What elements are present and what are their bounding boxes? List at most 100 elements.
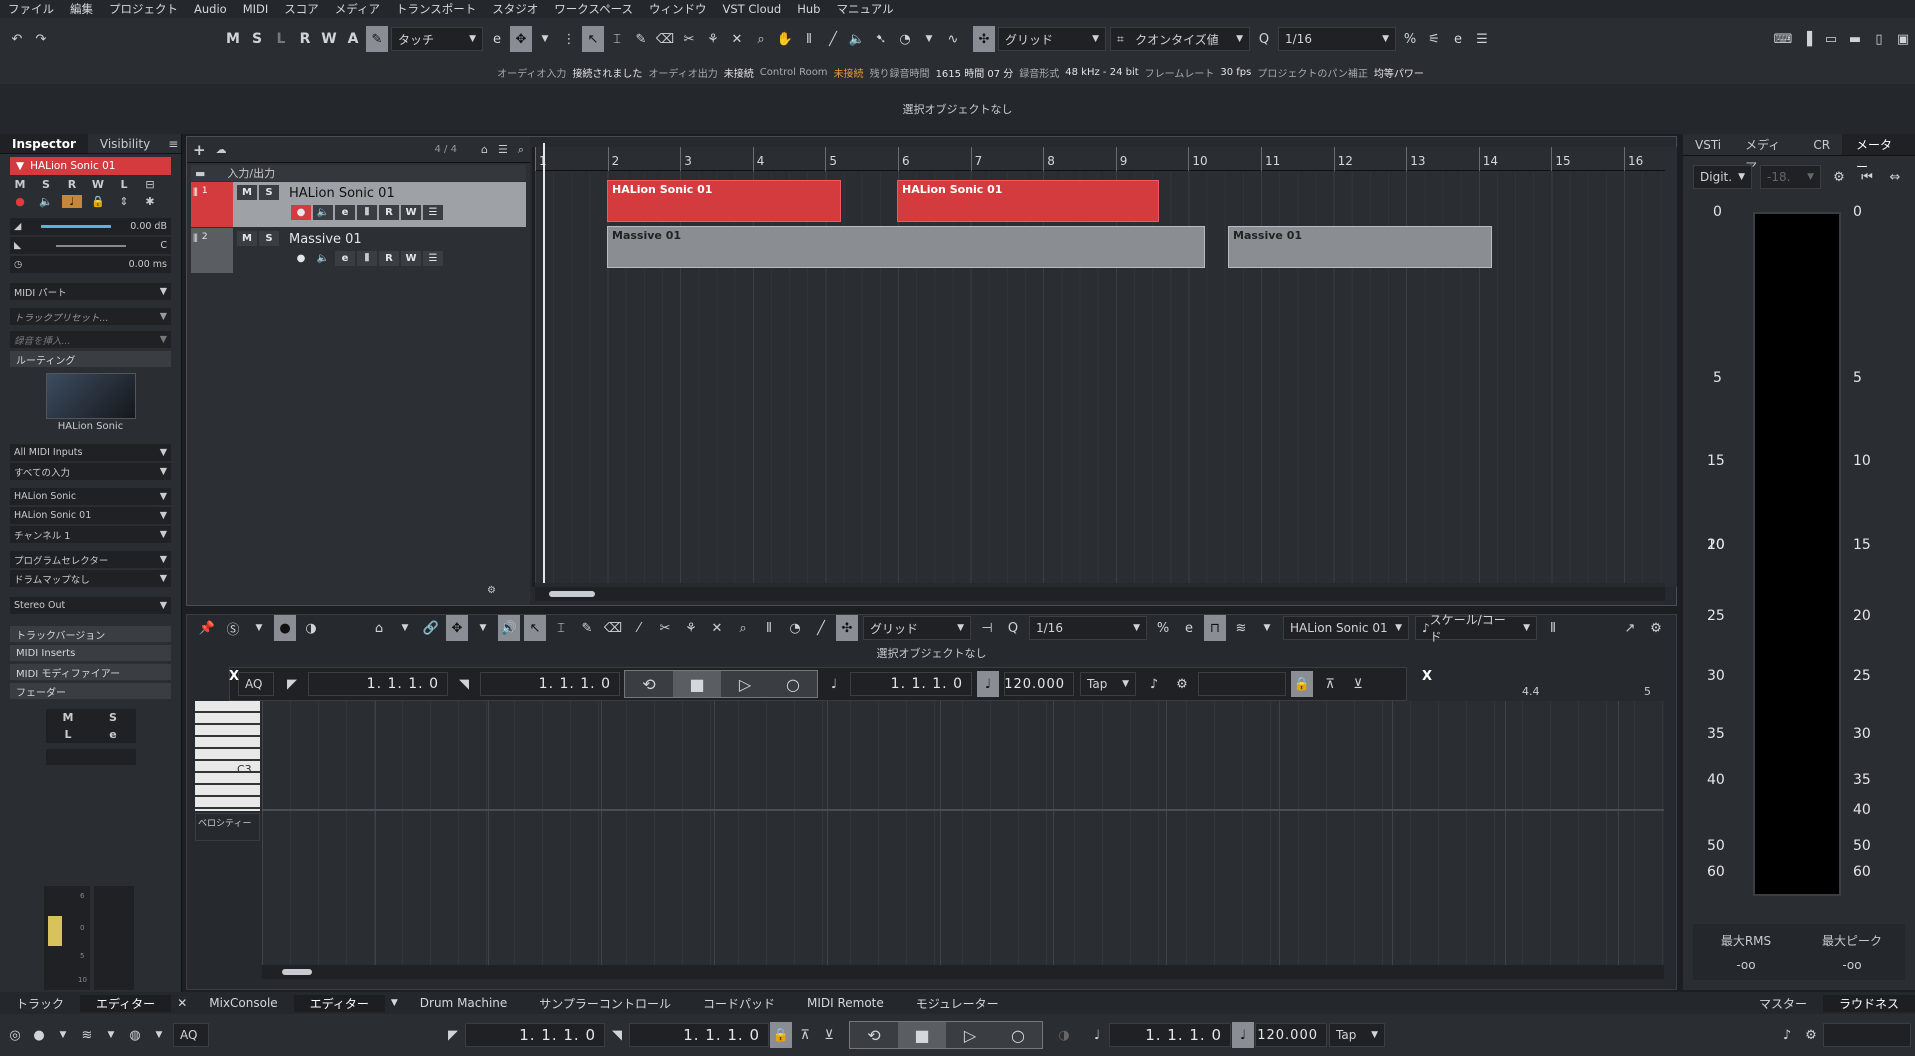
menu-audio[interactable]: Audio	[186, 2, 235, 16]
meter-value-dropdown[interactable]: -18. ▼	[1760, 165, 1821, 189]
editor-volume-icon[interactable]: 🔊	[498, 615, 520, 641]
cycle-record-dropdown-icon[interactable]: ▼	[148, 1022, 170, 1048]
tab-loudness[interactable]: ラウドネス	[1822, 994, 1915, 1012]
close-transport-icon[interactable]: X	[229, 669, 239, 684]
menu-manual[interactable]: マニュアル	[828, 1, 901, 17]
scrollbar-thumb[interactable]	[549, 591, 595, 597]
punch-in-icon[interactable]: ⊼	[794, 1022, 816, 1048]
record-button[interactable]: ○	[994, 1022, 1042, 1048]
stop-button[interactable]: ■	[898, 1022, 946, 1048]
inspector-menu-icon[interactable]: ≡	[162, 134, 184, 153]
editor-punch-in-icon[interactable]: ⊼	[1319, 671, 1341, 697]
metronome-settings-icon[interactable]: ⚙	[1171, 671, 1193, 697]
track-preset-dropdown[interactable]: トラックプリセット... ▼	[10, 308, 171, 325]
tab-vsti[interactable]: VSTi	[1683, 134, 1733, 155]
tab-chord-pads[interactable]: コードパッド	[687, 995, 791, 1012]
glue-tool-icon[interactable]: ⚘	[702, 26, 724, 52]
transport-lock-icon[interactable]: 🔒	[770, 1022, 792, 1048]
zoom-tool-icon[interactable]: ⌕	[750, 26, 772, 52]
editor-color-icon[interactable]: ◔	[784, 615, 806, 641]
inspector-solo-button[interactable]: S	[36, 178, 56, 191]
track-record-button[interactable]: ●	[291, 205, 311, 220]
editor-cycle-button[interactable]: ⟲	[625, 671, 673, 697]
tab-visibility[interactable]: Visibility	[88, 134, 162, 153]
track-massive[interactable]: ⦀ 2 M S Massive 01 ● 🔈 e ⦀ R W ☰	[191, 228, 526, 273]
right-locator-icon[interactable]: ◥	[606, 1022, 628, 1048]
editor-settings-icon[interactable]: ⚙	[1645, 615, 1667, 641]
editor-aq-button[interactable]: AQ	[238, 672, 274, 696]
piano-keys[interactable]	[195, 701, 260, 811]
tab-editor[interactable]: エディター	[293, 994, 385, 1012]
meter-reset-icon[interactable]: ⏮	[1856, 164, 1878, 190]
listen-icon[interactable]: ◑	[300, 615, 322, 641]
editor-quantize-icon[interactable]: Q	[1002, 615, 1024, 641]
listen-all-button[interactable]: L	[270, 26, 292, 52]
quantize-settings-icon[interactable]: ⚟	[1423, 26, 1445, 52]
line-tool-icon[interactable]: ╱	[822, 26, 844, 52]
editor-window-icon[interactable]: ↗	[1619, 615, 1641, 641]
timebase-icon[interactable]: ♩	[1086, 1022, 1108, 1048]
editor-snap-icon[interactable]: ✣	[836, 615, 858, 641]
track-record-button[interactable]: ●	[291, 251, 311, 266]
track-visibility-icon[interactable]: ☰	[498, 143, 508, 156]
snap-type-dropdown[interactable]: グリッド ▼	[998, 27, 1106, 51]
pointer-tool-icon[interactable]: ↖	[582, 26, 604, 52]
editor-qedit-icon[interactable]: e	[1178, 615, 1200, 641]
delay-value[interactable]: 0.00 ms	[129, 259, 167, 270]
menu-hub[interactable]: Hub	[789, 2, 828, 16]
track-halion[interactable]: ⦀ 1 M S HALion Sonic 01 ● 🔈 e ⦀ R W ☰	[191, 182, 526, 227]
editor-tempo-icon[interactable]: ♩	[977, 671, 999, 697]
automation-mode-dropdown[interactable]: タッチ ▼	[391, 27, 483, 51]
automation-all-button[interactable]: A	[342, 26, 364, 52]
editor-range-icon[interactable]: ⌶	[550, 615, 572, 641]
menu-file[interactable]: ファイル	[0, 1, 62, 17]
erase-tool-icon[interactable]: ⌫	[654, 26, 676, 52]
object-select-dropdown-icon[interactable]: ▼	[534, 26, 556, 52]
close-lower-zone-icon[interactable]: ✕	[171, 996, 193, 1010]
lane-divider[interactable]	[262, 809, 1664, 811]
editor-left-locator[interactable]: 1. 1. 1. 0	[308, 672, 448, 696]
editor-marker-field[interactable]	[1198, 672, 1286, 696]
tempo-display[interactable]: 120.000	[1255, 1023, 1327, 1047]
automation-mode-icon[interactable]: ✎	[366, 26, 388, 52]
editor-glue-icon[interactable]: ⚘	[680, 615, 702, 641]
editor-zoom-icon[interactable]: ⌕	[732, 615, 754, 641]
tab-editor-left[interactable]: エディター	[80, 994, 172, 1012]
menu-edit[interactable]: 編集	[62, 1, 101, 17]
meter-expand-icon[interactable]: ⇔	[1884, 164, 1906, 190]
tab-media[interactable]: メディア	[1733, 134, 1801, 174]
horizontal-scrollbar[interactable]	[535, 587, 1665, 601]
link-icon[interactable]: 🔗	[420, 615, 442, 641]
tab-meter[interactable]: メーター	[1842, 134, 1915, 174]
layout-full-icon[interactable]: ▣	[1892, 26, 1914, 52]
tab-master[interactable]: マスター	[1743, 995, 1823, 1012]
inspector-edit-icon[interactable]: ⊟	[140, 178, 160, 191]
editor-comp-icon[interactable]: ⦀	[758, 615, 780, 641]
read-all-button[interactable]: R	[294, 26, 316, 52]
track-lane-button[interactable]: ☰	[423, 251, 443, 266]
tab-modulator[interactable]: モジュレーター	[900, 995, 1015, 1012]
editor-presets-icon[interactable]: ⌂	[368, 615, 390, 641]
tap-dropdown[interactable]: Tap ▼	[1329, 1023, 1385, 1047]
mute-tool-icon[interactable]: ✕	[726, 26, 748, 52]
track-write-button[interactable]: W	[401, 205, 421, 220]
fader-track[interactable]: 6 0 5 10	[44, 886, 90, 990]
quantize-value-dropdown[interactable]: 1/16 ▼	[1278, 27, 1396, 51]
track-color-strip[interactable]: ⦀ 1	[191, 182, 233, 227]
editor-instrument-dropdown[interactable]: HALion Sonic 01 ▼	[1283, 616, 1409, 640]
midi-part-dropdown[interactable]: MIDI パート ▼	[10, 283, 171, 300]
inspector-fold-icon[interactable]: ⇕	[114, 195, 134, 208]
menu-media[interactable]: メディア	[327, 1, 388, 17]
track-search-icon[interactable]: ⌕	[518, 143, 524, 157]
tab-inspector[interactable]: Inspector	[0, 134, 88, 153]
scale-assistant-dropdown[interactable]: ♪ スケール/コード ▼	[1415, 613, 1537, 644]
edit-icon[interactable]: e	[486, 26, 508, 52]
editor-stack-icon[interactable]: ≋	[1230, 615, 1252, 641]
split-tool-icon[interactable]: ✂	[678, 26, 700, 52]
piano-keyboard[interactable]: C3 ベロシティー	[195, 701, 260, 941]
track-solo-button[interactable]: S	[259, 185, 279, 200]
track-edit-button[interactable]: e	[335, 205, 355, 220]
editor-position[interactable]: 1. 1. 1. 0	[850, 672, 972, 696]
inspector-write-button[interactable]: W	[88, 178, 108, 191]
fader-solo-button[interactable]: S	[91, 709, 136, 726]
